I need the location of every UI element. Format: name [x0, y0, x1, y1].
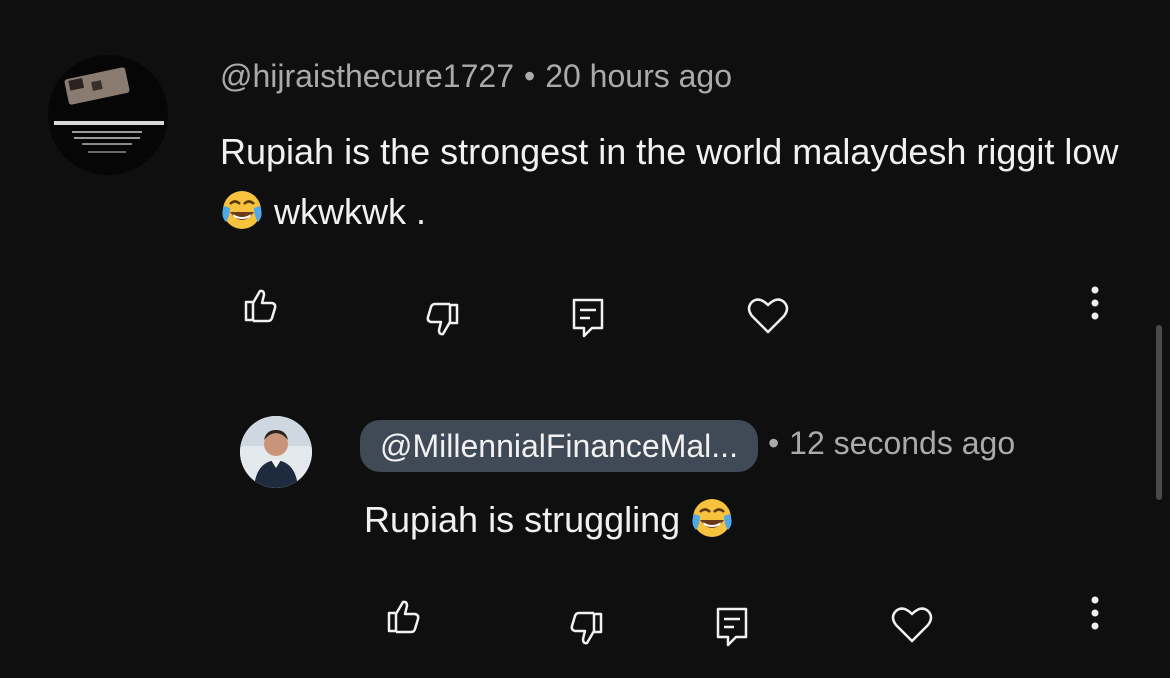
thumbs-up-icon: [244, 289, 277, 323]
reply-actions: [0, 586, 1170, 647]
heart-icon: [891, 607, 933, 643]
more-vertical-icon: [1091, 596, 1099, 630]
more-options-button[interactable]: [1070, 278, 1120, 328]
comment-text-part: Rupiah is the strongest in the world mal…: [220, 131, 1119, 172]
more-vertical-icon: [1091, 286, 1099, 320]
heart-icon: [747, 298, 789, 334]
reply-button[interactable]: [563, 293, 613, 343]
avatar-image-icon: [240, 416, 312, 488]
thumbs-down-icon: [570, 611, 603, 645]
reply-text: Rupiah is struggling: [364, 490, 734, 550]
avatar[interactable]: [48, 55, 168, 175]
reply-text-part: Rupiah is struggling: [364, 499, 681, 540]
dislike-button[interactable]: [562, 604, 612, 654]
thumbs-down-icon: [426, 302, 459, 336]
comment-meta: @hijraisthecure1727 • 20 hours ago: [220, 58, 732, 95]
comment-author[interactable]: @hijraisthecure1727: [220, 58, 514, 94]
reply-avatar[interactable]: [240, 416, 312, 488]
reply-button[interactable]: [707, 602, 757, 652]
meta-separator: •: [523, 58, 536, 94]
face-with-tears-of-joy-icon: [692, 499, 732, 537]
face-with-tears-of-joy-icon: [222, 191, 262, 229]
reply-time[interactable]: 12 seconds ago: [789, 425, 1015, 461]
like-button[interactable]: [378, 591, 428, 641]
reply-meta: @MillennialFinanceMal... • 12 seconds ago: [360, 417, 1015, 472]
comment-text-part: wkwkwk .: [274, 191, 427, 232]
comment-icon: [716, 607, 748, 647]
comment-actions: [0, 275, 1170, 338]
heart-button[interactable]: [743, 291, 793, 341]
meta-separator: •: [767, 425, 780, 461]
comment-text: Rupiah is the strongest in the world mal…: [220, 122, 1140, 242]
comment-icon: [572, 298, 604, 338]
comment-time[interactable]: 20 hours ago: [545, 58, 732, 94]
reply-item: @MillennialFinanceMal... • 12 seconds ago …: [0, 400, 1170, 678]
like-button[interactable]: [235, 280, 285, 330]
more-options-button[interactable]: [1070, 588, 1120, 638]
thumbs-up-icon: [387, 600, 420, 634]
scrollbar[interactable]: [1156, 325, 1162, 500]
comment-item: @hijraisthecure1727 • 20 hours ago Rupiah …: [0, 0, 1170, 360]
dislike-button[interactable]: [418, 295, 468, 345]
reply-author[interactable]: @MillennialFinanceMal...: [360, 419, 758, 472]
heart-button[interactable]: [887, 600, 937, 650]
avatar-image-icon: [48, 55, 168, 175]
